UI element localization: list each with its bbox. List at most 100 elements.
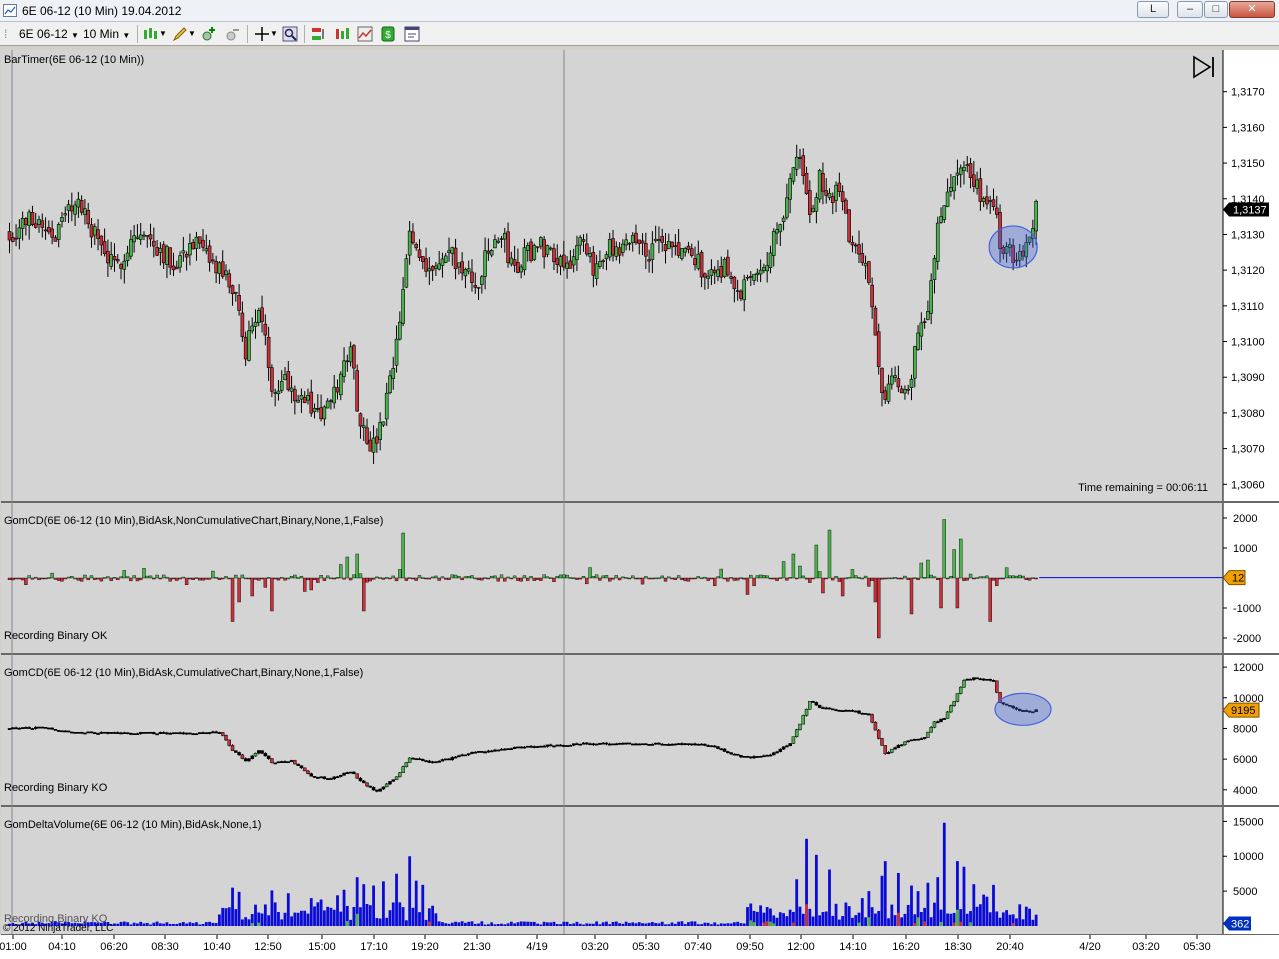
bar-style-icon[interactable] [143,26,159,42]
gom-nc-bar [850,569,855,579]
gom-nc-bar [325,575,330,579]
gom-nc-bar [161,574,166,579]
gom-nc-bar [893,577,897,579]
gom-dv-bar [132,922,136,926]
candle [184,254,189,258]
time-tick-label: 10:40 [203,941,231,953]
candle [768,252,773,269]
interval-label: 10 Min [83,27,120,41]
gom-c-candle [37,726,41,729]
gom-c-candle [240,754,245,759]
gom-nc-bar [831,577,835,581]
magnifier-icon[interactable] [282,26,298,42]
gom-dv-bar [372,885,375,926]
zoom-in-icon[interactable] [201,26,217,42]
gom-nc-bar [211,570,215,579]
price-tick-label: 1,3130 [1231,229,1265,241]
gom-nc-bar [437,577,441,581]
maximize-button[interactable]: □ [1204,1,1228,18]
gom-c-candle [404,762,409,768]
candle [460,261,464,274]
chart-area[interactable]: 1,3170 1,3160 1,3150 1,3140 1,3130 1,3120 1,31… [0,48,1279,959]
gom-dv-bar [739,923,743,926]
order-entry-icon[interactable] [311,26,327,42]
gom-dv-bar [339,911,343,926]
price-panel[interactable] [1,50,1223,501]
candle [299,394,304,400]
gom-c-candle [568,745,573,747]
gom-c-candle [686,743,691,746]
gom-dv-bar [296,912,300,926]
gom-dv-bar [601,922,605,926]
chevron-down-icon[interactable]: ▼ [188,25,196,43]
candle [591,252,596,276]
gom-dv-bar [965,913,969,926]
gom-c-candle [348,771,353,774]
candle [853,244,858,247]
candle [552,248,556,263]
instrument-selector[interactable]: 6E 06-12 ▼ [19,25,79,43]
gom-nc-bar [752,577,756,587]
data-series-icon[interactable] [334,26,350,42]
gom-nc-bar [450,574,454,579]
gom-c-candle [794,729,799,737]
gom-nc-bar [824,577,828,580]
candle [670,241,674,248]
candle [345,360,350,363]
chevron-down-icon[interactable]: ▼ [270,25,278,43]
candle [752,273,756,281]
gom-c-candle [978,678,983,681]
minimize-button[interactable]: – [1177,1,1203,18]
gom-c-candle [93,732,97,734]
gom-c-candle [899,744,904,747]
candle [548,247,553,250]
gom-nc-bar [224,576,228,579]
gom-dv-bar [710,924,713,926]
gom-nc-bar [99,577,104,582]
gom-c-candle [965,678,970,681]
zoom-out-icon[interactable] [225,26,241,42]
gom-dv-bar [870,907,874,926]
candle [440,258,445,266]
candle [352,345,356,369]
candle [840,191,845,202]
gom-dv-bar [880,875,884,926]
draw-tool-icon[interactable] [172,26,188,42]
crosshair-icon[interactable] [254,26,270,42]
gom-dv-bar [703,922,707,926]
gom-dv-bar [168,923,172,926]
gom-c-candle [693,743,697,746]
gom-c-candle [335,776,340,778]
gom-nc-tick-label: 2000 [1233,513,1257,525]
gom-dv-bar [349,919,353,926]
chevron-down-icon[interactable]: ▼ [159,25,167,43]
indicators-icon[interactable] [357,26,373,42]
gom-nc-tick-label: -1000 [1233,603,1261,615]
gom-nc-bar [119,576,123,579]
candle [348,346,353,363]
gom-c-candle [896,744,901,748]
gom-dv-bar [388,910,392,926]
gom-nc-bar [181,576,186,579]
close-button[interactable]: ✕ [1229,1,1275,18]
gom-c-candle [414,758,418,761]
interval-selector[interactable]: 10 Min ▼ [83,25,130,43]
properties-icon[interactable] [404,26,420,42]
candle [785,197,789,218]
gom-dv-bar [342,889,346,926]
gom-c-candle [571,743,576,746]
strategies-icon[interactable]: $ [380,26,396,42]
gom-nc-bar [66,576,71,579]
gom-c-candle [867,713,871,716]
candle [568,260,573,269]
gom-nc-bar [696,576,700,579]
candle [975,179,979,189]
gom-c-candle [919,738,924,741]
candle [178,255,182,268]
gom-nc-bar [355,553,359,579]
lock-button[interactable]: L [1137,1,1169,18]
candle [168,247,173,268]
gom-dv-bar [946,913,949,926]
gom-nc-bar [722,577,727,580]
candle [161,244,166,264]
